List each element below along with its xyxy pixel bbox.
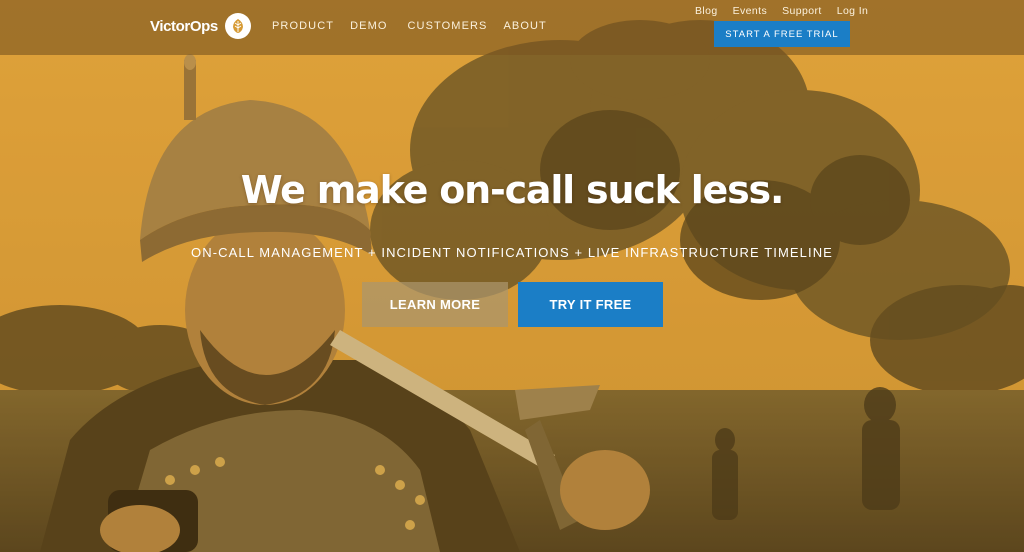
nav-product-link[interactable]: PRODUCT: [272, 20, 334, 32]
learn-more-button[interactable]: LEARN MORE: [362, 282, 508, 327]
nav-login-link[interactable]: Log In: [837, 5, 869, 17]
logo-wordmark: VictorOps: [150, 17, 218, 35]
utility-nav: Blog Events Support Log In: [695, 5, 883, 17]
hero-background-image: [0, 0, 1024, 552]
nav-support-link[interactable]: Support: [782, 5, 822, 17]
start-free-trial-button[interactable]: START A FREE TRIAL: [714, 21, 850, 47]
nav-events-link[interactable]: Events: [733, 5, 768, 17]
nav-demo-link[interactable]: DEMO: [350, 20, 387, 32]
nav-customers-link[interactable]: CUSTOMERS: [408, 20, 488, 32]
victorops-logo[interactable]: VictorOps: [150, 13, 251, 39]
site-header: VictorOps PRODUCT DEMO CUSTOMERS ABOUT B…: [0, 0, 1024, 55]
nav-blog-link[interactable]: Blog: [695, 5, 718, 17]
hero-title: We make on-call suck less.: [240, 168, 785, 212]
hero-actions: LEARN MORE TRY IT FREE: [362, 282, 663, 327]
hero-subtitle: ON-CALL MANAGEMENT + INCIDENT NOTIFICATI…: [191, 245, 833, 260]
main-nav: PRODUCT DEMO CUSTOMERS ABOUT: [272, 20, 563, 32]
landing-page: VictorOps PRODUCT DEMO CUSTOMERS ABOUT B…: [0, 0, 1024, 552]
nav-about-link[interactable]: ABOUT: [503, 20, 546, 32]
try-it-free-button[interactable]: TRY IT FREE: [518, 282, 663, 327]
acorn-leaf-icon: [224, 13, 251, 39]
